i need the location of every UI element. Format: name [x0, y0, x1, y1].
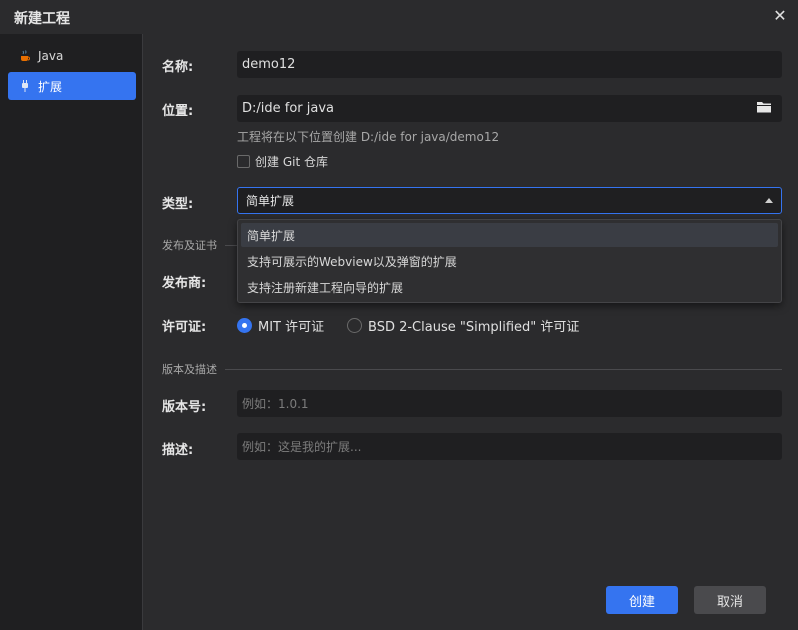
license-option-mit[interactable]: MIT 许可证	[237, 316, 324, 335]
name-input[interactable]: demo12	[237, 51, 782, 78]
sidebar: Java 扩展	[0, 34, 143, 630]
cancel-button[interactable]: 取消	[694, 586, 766, 614]
type-dropdown-menu: 简单扩展 支持可展示的Webview以及弹窗的扩展 支持注册新建工程向导的扩展	[237, 219, 782, 303]
name-label: 名称:	[162, 60, 194, 75]
main-panel: 名称: demo12 位置: D:/ide for java 工程将在以下位置创…	[144, 34, 798, 630]
type-label: 类型:	[162, 197, 194, 212]
location-hint: 工程将在以下位置创建 D:/ide for java/demo12	[237, 130, 500, 144]
type-select-value: 简单扩展	[246, 194, 295, 208]
title-bar: 新建工程 ✕	[0, 0, 798, 34]
git-checkbox-label: 创建 Git 仓库	[255, 155, 328, 169]
chevron-up-icon	[765, 198, 773, 203]
section-divider	[225, 368, 782, 370]
dropdown-option[interactable]: 简单扩展	[241, 223, 778, 247]
license-option-label: MIT 许可证	[258, 320, 325, 335]
location-input[interactable]: D:/ide for java	[237, 95, 782, 122]
location-label: 位置:	[162, 104, 194, 119]
folder-icon[interactable]	[756, 100, 772, 114]
create-button[interactable]: 创建	[606, 586, 678, 614]
git-checkbox[interactable]	[237, 155, 250, 168]
publish-section-title: 发布及证书	[162, 239, 217, 252]
version-section-header: 版本及描述	[162, 361, 782, 377]
sidebar-item-java[interactable]: Java	[8, 42, 136, 70]
location-value: D:/ide for java	[242, 101, 335, 116]
version-input[interactable]: 例如：1.0.1	[237, 390, 782, 417]
dialog-title: 新建工程	[14, 11, 70, 27]
close-icon[interactable]: ✕	[770, 6, 790, 26]
sidebar-item-label: Java	[38, 49, 64, 63]
description-input[interactable]: 例如：这是我的扩展...	[237, 433, 782, 460]
publisher-label: 发布商:	[162, 276, 207, 291]
description-label: 描述:	[162, 443, 194, 458]
radio-button[interactable]	[237, 318, 252, 333]
type-select[interactable]: 简单扩展	[237, 187, 782, 214]
license-label: 许可证:	[162, 320, 207, 335]
dropdown-option[interactable]: 支持注册新建工程向导的扩展	[241, 275, 778, 299]
radio-button[interactable]	[347, 318, 362, 333]
dropdown-option[interactable]: 支持可展示的Webview以及弹窗的扩展	[241, 249, 778, 273]
version-section-title: 版本及描述	[162, 363, 217, 376]
sidebar-item-label: 扩展	[38, 79, 63, 94]
plug-icon	[18, 79, 32, 93]
license-option-bsd[interactable]: BSD 2-Clause "Simplified" 许可证	[347, 316, 579, 335]
license-option-label: BSD 2-Clause "Simplified" 许可证	[368, 320, 580, 335]
sidebar-item-extension[interactable]: 扩展	[8, 72, 136, 100]
git-checkbox-row[interactable]: 创建 Git 仓库	[237, 153, 328, 170]
java-cup-icon	[18, 49, 32, 63]
version-label: 版本号:	[162, 400, 207, 415]
